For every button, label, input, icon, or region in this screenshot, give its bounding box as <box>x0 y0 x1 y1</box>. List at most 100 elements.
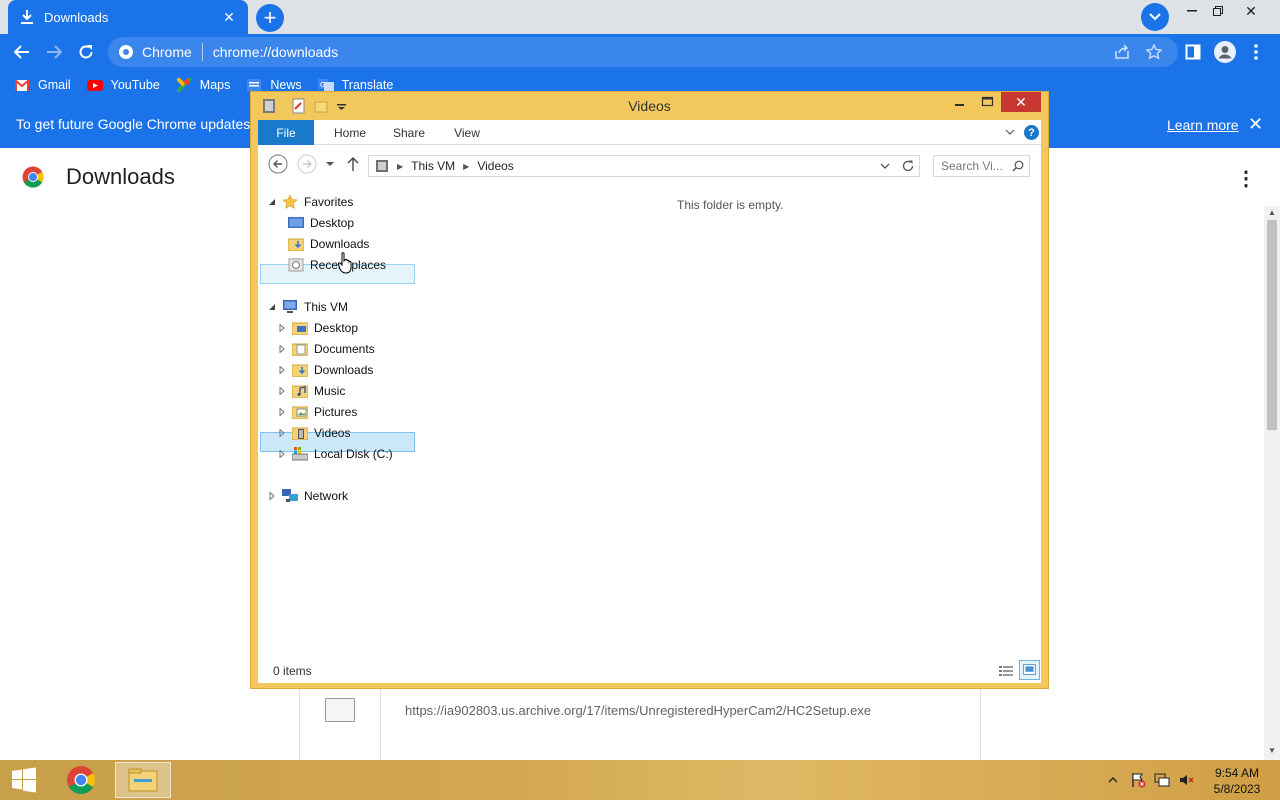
clock-date: 5/8/2023 <box>1213 782 1261 796</box>
tree-this-vm[interactable]: This VM <box>268 297 348 317</box>
back-arrow-icon[interactable] <box>268 154 288 174</box>
videos-folder-icon <box>292 427 308 440</box>
collapsed-triangle-icon[interactable] <box>278 408 286 416</box>
side-panel-button[interactable] <box>1179 38 1207 66</box>
tab-search-button[interactable] <box>1141 3 1169 31</box>
tree-favorites[interactable]: Favorites <box>268 192 353 212</box>
card-divider <box>380 688 381 760</box>
tree-pc-pictures[interactable]: Pictures <box>278 402 357 422</box>
scroll-down-arrow[interactable]: ▼ <box>1264 746 1280 758</box>
tab-file[interactable]: File <box>258 120 314 145</box>
tree-pc-videos[interactable]: Videos <box>278 423 350 443</box>
hand-cursor-icon <box>338 252 352 274</box>
tab-close-icon[interactable]: ✕ <box>220 8 238 26</box>
tree-pc-documents[interactable]: Documents <box>278 339 375 359</box>
address-dropdown-icon[interactable] <box>880 161 890 171</box>
page-scrollbar[interactable]: ▲ ▼ <box>1264 206 1280 760</box>
reload-icon <box>79 45 93 59</box>
expanded-triangle-icon[interactable] <box>268 198 276 206</box>
tab-view[interactable]: View <box>438 120 496 145</box>
forward-arrow-icon[interactable] <box>297 154 317 174</box>
windows-start-icon[interactable] <box>8 767 40 793</box>
tree-pc-downloads[interactable]: Downloads <box>278 360 373 380</box>
tree-pc-music[interactable]: Music <box>278 381 345 401</box>
details-view-icon[interactable] <box>998 663 1014 679</box>
ribbon-expand-chevron-icon[interactable] <box>1004 126 1016 138</box>
restore-button[interactable] <box>1203 0 1233 22</box>
bookmark-news[interactable]: News <box>246 78 302 92</box>
network-tray-icon[interactable] <box>1154 772 1170 788</box>
tab-downloads[interactable]: Downloads ✕ <box>8 0 248 34</box>
explorer-close-button[interactable]: ✕ <box>1001 92 1041 112</box>
bookmark-star-button[interactable] <box>1140 38 1168 66</box>
expanded-triangle-icon[interactable] <box>268 303 276 311</box>
forward-button[interactable] <box>40 38 68 66</box>
tree-pc-desktop[interactable]: Desktop <box>278 318 358 338</box>
profile-button[interactable] <box>1211 38 1239 66</box>
tab-share[interactable]: Share <box>380 120 438 145</box>
bookmark-maps[interactable]: Maps <box>176 78 230 92</box>
bookmark-gmail[interactable]: Gmail <box>14 78 71 92</box>
file-icon <box>325 698 355 722</box>
video-folder-icon <box>376 160 388 172</box>
bookmark-youtube[interactable]: YouTube <box>86 78 160 92</box>
recent-places-icon <box>288 258 304 272</box>
help-icon[interactable]: ? <box>1024 125 1039 140</box>
infobar-message: To get future Google Chrome updates, yo <box>16 116 273 132</box>
breadcrumb-this-vm[interactable]: This VM <box>411 159 455 173</box>
action-center-flag-icon[interactable] <box>1130 772 1146 788</box>
minimize-icon[interactable] <box>951 94 969 110</box>
collapsed-triangle-icon[interactable] <box>278 429 286 437</box>
download-url-link[interactable]: https://ia902803.us.archive.org/17/items… <box>405 703 871 718</box>
reload-button[interactable] <box>72 38 100 66</box>
new-tab-button[interactable]: + <box>256 4 284 32</box>
translate-icon: G <box>317 78 334 92</box>
back-button[interactable] <box>8 38 36 66</box>
breadcrumb-chevron-icon[interactable]: ▶ <box>463 162 469 171</box>
search-input[interactable]: Search Vi... <box>933 155 1030 177</box>
bookmark-label: Gmail <box>38 78 71 92</box>
taskbar-file-explorer[interactable] <box>115 762 171 798</box>
music-folder-icon <box>292 385 308 398</box>
address-bar[interactable]: ▶ This VM ▶ Videos <box>368 155 920 177</box>
scrollbar-thumb[interactable] <box>1267 220 1277 430</box>
collapsed-triangle-icon[interactable] <box>278 324 286 332</box>
up-arrow-icon[interactable] <box>346 156 360 172</box>
learn-more-link[interactable]: Learn more <box>1167 117 1239 133</box>
share-button[interactable] <box>1108 38 1136 66</box>
tree-fav-downloads[interactable]: Downloads <box>288 234 369 254</box>
volume-muted-icon[interactable] <box>1178 772 1194 788</box>
address-bar[interactable]: Chrome chrome://downloads <box>108 37 1178 67</box>
taskbar-chrome[interactable] <box>53 762 109 798</box>
breadcrumb-videos[interactable]: Videos <box>477 159 513 173</box>
star-icon <box>1146 44 1162 60</box>
tree-pc-local-disk[interactable]: Local Disk (C:) <box>278 444 393 464</box>
chevron-down-icon <box>1149 13 1161 21</box>
tree-label: Documents <box>314 342 375 356</box>
close-window-button[interactable]: ✕ <box>1236 0 1266 22</box>
avatar-icon <box>1214 41 1236 63</box>
breadcrumb-chevron-icon[interactable]: ▶ <box>397 162 403 171</box>
maximize-icon[interactable] <box>979 94 997 110</box>
downloads-menu-button[interactable]: ⋮ <box>1236 166 1256 190</box>
chrome-menu-button[interactable] <box>1242 38 1270 66</box>
tray-overflow-icon[interactable] <box>1105 772 1121 788</box>
tab-home[interactable]: Home <box>322 120 378 145</box>
tree-network[interactable]: Network <box>268 486 348 506</box>
collapsed-triangle-icon[interactable] <box>278 450 286 458</box>
system-clock[interactable]: 9:54 AM 5/8/2023 <box>1206 765 1268 797</box>
explorer-titlebar[interactable]: Videos ✕ <box>251 92 1048 120</box>
tree-fav-desktop[interactable]: Desktop <box>288 213 354 233</box>
scroll-up-arrow[interactable]: ▲ <box>1264 208 1280 220</box>
collapsed-triangle-icon[interactable] <box>278 387 286 395</box>
large-icons-view-icon[interactable] <box>1019 660 1040 680</box>
bookmark-translate[interactable]: G Translate <box>317 78 393 92</box>
arrow-right-icon <box>47 45 62 59</box>
collapsed-triangle-icon[interactable] <box>268 492 276 500</box>
collapsed-triangle-icon[interactable] <box>278 366 286 374</box>
recent-locations-icon[interactable] <box>324 158 336 170</box>
collapsed-triangle-icon[interactable] <box>278 345 286 353</box>
site-chip: Chrome <box>142 44 192 60</box>
infobar-close-icon[interactable]: ✕ <box>1248 114 1266 134</box>
refresh-icon[interactable] <box>901 159 915 173</box>
